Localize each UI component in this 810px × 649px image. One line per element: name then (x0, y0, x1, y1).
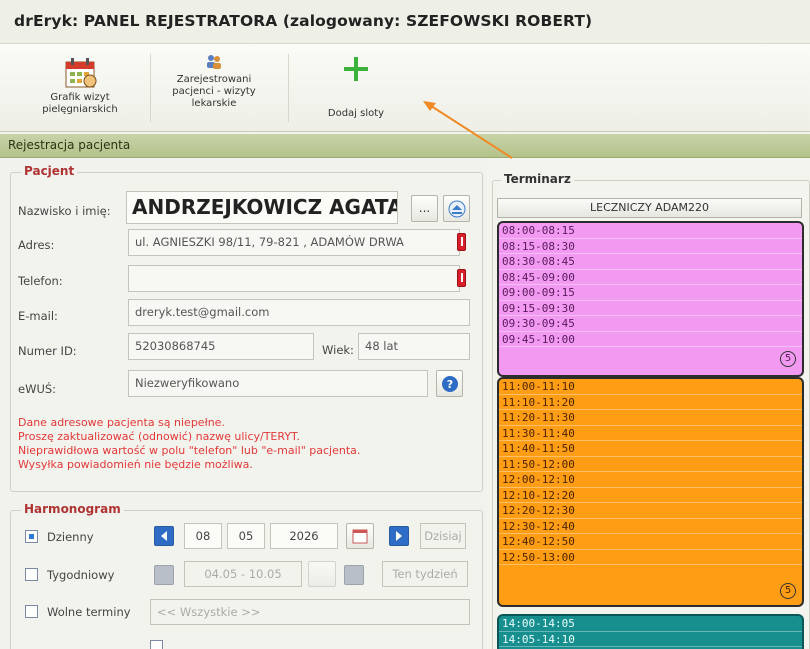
warning-line: Proszę zaktualizować (odnowić) nazwę uli… (18, 430, 300, 443)
registered-patients-label: Zarejestrowani pacjenci - wizyty lekarsk… (172, 74, 256, 109)
week-picker-button[interactable] (308, 561, 336, 587)
time-slot[interactable]: 09:00-09:15 (499, 285, 802, 301)
toolbar-ribbon: Grafik wizyt pielęgniarskich Zarejestrow… (0, 44, 810, 132)
weekly-label: Tygodniowy (47, 568, 115, 582)
day-field[interactable]: 08 (184, 523, 222, 549)
time-slot[interactable]: 14:00-14:05 (499, 616, 802, 632)
ribbon-separator (288, 54, 289, 122)
previous-day-button[interactable] (154, 526, 174, 546)
eject-icon (448, 200, 465, 218)
time-slot[interactable]: 11:00-11:10 (499, 379, 802, 395)
time-slot[interactable]: 12:40-12:50 (499, 534, 802, 550)
address-label: Adres: (18, 238, 55, 252)
slot-block-midday: 11:00-11:10 11:10-11:20 11:20-11:30 11:30-1… (497, 377, 804, 607)
ewus-field[interactable]: Niezweryfikowano (128, 370, 428, 397)
month-field[interactable]: 05 (227, 523, 265, 549)
add-slots-button[interactable]: Dodaj sloty (318, 50, 394, 128)
phone-warning-icon (457, 269, 466, 287)
ewus-label: eWUŚ: (18, 382, 57, 396)
time-slot[interactable]: 11:40-11:50 (499, 441, 802, 457)
ewus-check-button[interactable]: ? (436, 370, 463, 397)
id-label: Numer ID: (18, 344, 77, 358)
time-slot[interactable]: 12:10-12:20 (499, 488, 802, 503)
ribbon-separator (150, 54, 151, 122)
schedule-legend: Harmonogram (21, 502, 124, 516)
next-day-button[interactable] (389, 526, 409, 546)
nurse-visits-schedule-button[interactable]: Grafik wizyt pielęgniarskich (28, 50, 132, 128)
free-slots-checkbox[interactable] (25, 605, 38, 618)
section-header: Rejestracja pacjenta (0, 134, 810, 158)
help-icon: ? (441, 376, 458, 392)
time-slot[interactable]: 08:30-08:45 (499, 254, 802, 270)
patient-id-field[interactable]: 52030868745 (128, 333, 314, 360)
time-slot[interactable]: 11:30-11:40 (499, 426, 802, 441)
calendar-icon (352, 529, 368, 544)
plus-icon (344, 57, 368, 81)
section-title: Rejestracja pacjenta (8, 138, 131, 152)
address-warning-icon (457, 233, 466, 251)
email-label: E-mail: (18, 309, 58, 323)
warning-line: Dane adresowe pacjenta są niepełne. (18, 416, 225, 429)
time-slot[interactable]: 12:50-13:00 (499, 550, 802, 565)
today-button[interactable]: Dzisiaj (420, 523, 466, 549)
patient-search-button[interactable]: ... (411, 195, 438, 222)
slot-count-badge: 5 (780, 351, 796, 367)
time-slot[interactable]: 12:30-12:40 (499, 519, 802, 534)
time-slot[interactable]: 11:20-11:30 (499, 410, 802, 426)
svg-text:?: ? (446, 378, 452, 391)
patient-legend: Pacjent (21, 164, 78, 178)
email-field[interactable]: dreryk.test@gmail.com (128, 299, 470, 326)
phone-label: Telefon: (18, 274, 63, 288)
time-slot[interactable]: 14:05-14:10 (499, 632, 802, 647)
time-slot[interactable]: 11:50-12:00 (499, 457, 802, 472)
app-window: drEryk: PANEL REJESTRATORA (zalogowany: … (0, 0, 810, 649)
time-slot[interactable]: 08:00-08:15 (499, 223, 802, 239)
this-week-button[interactable]: Ten tydzień (382, 561, 468, 587)
window-title: drEryk: PANEL REJESTRATORA (zalogowany: … (14, 12, 593, 30)
time-slot[interactable]: 12:00-12:10 (499, 472, 802, 488)
daily-label: Dzienny (47, 530, 94, 544)
address-field[interactable]: ul. AGNIESZKI 98/11, 79-821 , ADAMÓW DRW… (128, 229, 460, 256)
phone-field[interactable] (128, 265, 460, 292)
warning-line: Wysyłka powiadomień nie będzie możliwa. (18, 458, 253, 471)
arrow-right-icon (396, 531, 402, 541)
arrow-left-icon (161, 531, 167, 541)
time-slot[interactable]: 08:45-09:00 (499, 270, 802, 285)
time-slot[interactable]: 09:30-09:45 (499, 316, 802, 332)
weekly-checkbox[interactable] (25, 568, 38, 581)
time-slot[interactable]: 11:10-11:20 (499, 395, 802, 410)
slot-block-afternoon: 14:00-14:05 14:05-14:10 (497, 614, 804, 649)
extra-option-checkbox[interactable] (150, 640, 163, 649)
time-slot[interactable]: 08:15-08:30 (499, 239, 802, 254)
registered-patients-button[interactable]: Zarejestrowani pacjenci - wizyty lekarsk… (158, 50, 270, 128)
title-bar: drEryk: PANEL REJESTRATORA (zalogowany: … (0, 0, 810, 44)
calendar-legend: Terminarz (501, 172, 574, 186)
year-field[interactable]: 2026 (270, 523, 338, 549)
collapse-button[interactable] (443, 195, 470, 222)
patients-icon (207, 55, 221, 69)
previous-week-button[interactable] (154, 565, 174, 585)
add-slots-label: Dodaj sloty (327, 108, 385, 119)
date-picker-button[interactable] (346, 523, 374, 549)
next-week-button[interactable] (344, 565, 364, 585)
time-slot[interactable]: 09:15-09:30 (499, 301, 802, 316)
name-label: Nazwisko i imię: (18, 204, 111, 218)
time-slot[interactable]: 12:20-12:30 (499, 503, 802, 519)
warning-line: Nieprawidłowa wartość w polu "telefon" l… (18, 444, 361, 457)
calendar-icon (65, 58, 97, 88)
free-slots-select[interactable]: << Wszystkie >> (150, 599, 470, 625)
nurse-visits-schedule-label: Grafik wizyt pielęgniarskich (42, 92, 118, 115)
age-label: Wiek: (322, 343, 354, 357)
time-slot[interactable]: 09:45-10:00 (499, 332, 802, 347)
patient-name-field[interactable]: ANDRZEJKOWICZ AGATA (126, 191, 398, 224)
slot-count-badge: 5 (780, 583, 796, 599)
week-range-field[interactable]: 04.05 - 10.05 (184, 561, 302, 587)
age-field[interactable]: 48 lat (358, 333, 470, 360)
slot-block-morning: 08:00-08:15 08:15-08:30 08:30-08:45 08:45-0… (497, 221, 804, 377)
free-slots-label: Wolne terminy (47, 605, 131, 619)
daily-checkbox[interactable] (25, 530, 38, 543)
doctor-column-header[interactable]: LECZNICZY ADAM220 (497, 198, 802, 218)
